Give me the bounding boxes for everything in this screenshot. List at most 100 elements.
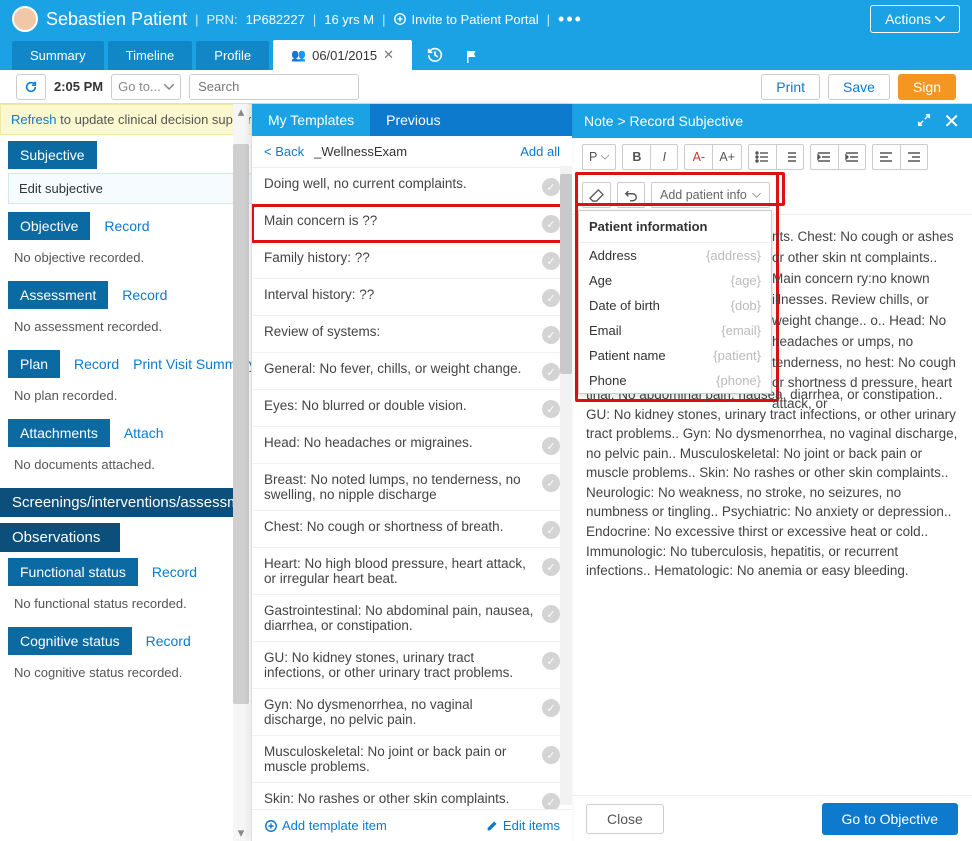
template-item[interactable]: Family history: ??✓: [252, 242, 572, 279]
assessment-title: Assessment: [8, 281, 108, 309]
patient-info-item[interactable]: Phone{phone}: [579, 368, 771, 393]
check-icon[interactable]: ✓: [542, 363, 560, 381]
tab-visit-active[interactable]: 👥 06/01/2015 ✕: [273, 40, 412, 70]
bullet-list-button[interactable]: [748, 144, 776, 170]
actions-menu[interactable]: Actions: [870, 5, 960, 33]
objective-record-link[interactable]: Record: [104, 218, 149, 234]
check-icon[interactable]: ✓: [542, 215, 560, 233]
check-icon[interactable]: ✓: [542, 605, 560, 623]
templates-tab-previous[interactable]: Previous: [370, 104, 456, 136]
functional-record-link[interactable]: Record: [152, 564, 197, 580]
indent-button[interactable]: [838, 144, 866, 170]
go-to-objective-button[interactable]: Go to Objective: [822, 803, 959, 835]
template-scrollbar-thumb[interactable]: [560, 174, 572, 374]
template-item[interactable]: Heart: No high blood pressure, heart att…: [252, 548, 572, 595]
tab-timeline[interactable]: Timeline: [108, 41, 193, 70]
close-icon[interactable]: ✕: [383, 47, 394, 63]
close-icon[interactable]: ✕: [943, 109, 960, 134]
template-item-text: Interval history: ??: [264, 287, 534, 302]
edit-items-link[interactable]: Edit items: [486, 818, 560, 833]
attach-link[interactable]: Attach: [124, 425, 164, 441]
template-item-text: Skin: No rashes or other skin complaints…: [264, 791, 534, 806]
refresh-link[interactable]: Refresh: [11, 112, 57, 127]
check-icon[interactable]: ✓: [542, 558, 560, 576]
avatar[interactable]: [12, 6, 38, 32]
observations-title: Observations: [0, 523, 120, 552]
template-item[interactable]: Eyes: No blurred or double vision.✓: [252, 390, 572, 427]
add-patient-info-button[interactable]: Add patient info: [651, 182, 770, 208]
bold-button[interactable]: B: [622, 144, 650, 170]
tab-profile[interactable]: Profile: [196, 41, 269, 70]
template-item[interactable]: Chest: No cough or shortness of breath. ✓: [252, 511, 572, 548]
template-item[interactable]: Musculoskeletal: No joint or back pain o…: [252, 736, 572, 783]
check-icon[interactable]: ✓: [542, 699, 560, 717]
templates-tab-my[interactable]: My Templates: [252, 104, 370, 136]
patient-info-item[interactable]: Email{email}: [579, 318, 771, 343]
sign-button[interactable]: Sign: [898, 74, 956, 100]
note-toolbar: P B I A- A+: [572, 138, 972, 215]
template-item[interactable]: Gyn: No dysmenorrhea, no vaginal dischar…: [252, 689, 572, 736]
number-list-button[interactable]: [776, 144, 804, 170]
paragraph-style-select[interactable]: P: [582, 144, 616, 170]
template-item[interactable]: Skin: No rashes or other skin complaints…: [252, 783, 572, 809]
template-item[interactable]: Review of systems:✓: [252, 316, 572, 353]
italic-button[interactable]: I: [650, 144, 678, 170]
check-icon[interactable]: ✓: [542, 793, 560, 809]
template-item[interactable]: GU: No kidney stones, urinary tract infe…: [252, 642, 572, 689]
pencil-icon: [486, 819, 499, 832]
check-icon[interactable]: ✓: [542, 474, 560, 492]
cognitive-record-link[interactable]: Record: [146, 633, 191, 649]
align-left-button[interactable]: [872, 144, 900, 170]
check-icon[interactable]: ✓: [542, 400, 560, 418]
scroll-down-icon[interactable]: ▾: [233, 825, 249, 841]
outdent-button[interactable]: [810, 144, 838, 170]
check-icon[interactable]: ✓: [542, 178, 560, 196]
tab-summary[interactable]: Summary: [12, 41, 104, 70]
undo-button[interactable]: [617, 182, 645, 208]
more-menu[interactable]: •••: [558, 9, 583, 30]
eraser-button[interactable]: [582, 182, 611, 208]
invite-portal-link[interactable]: Invite to Patient Portal: [393, 12, 538, 27]
template-item[interactable]: Head: No headaches or migraines.✓: [252, 427, 572, 464]
close-button[interactable]: Close: [586, 804, 664, 834]
flag-icon[interactable]: [454, 48, 490, 70]
scroll-up-icon[interactable]: ▴: [233, 104, 249, 120]
template-item-text: Chest: No cough or shortness of breath.: [264, 519, 534, 534]
template-item[interactable]: General: No fever, chills, or weight cha…: [252, 353, 572, 390]
note-panel: Note > Record Subjective ✕ P B I A- A+: [572, 104, 972, 841]
font-larger-button[interactable]: A+: [712, 144, 742, 170]
templates-back-button[interactable]: < Back: [264, 144, 304, 159]
history-icon[interactable]: [416, 46, 454, 70]
patient-info-item[interactable]: Address{address}: [579, 243, 771, 268]
template-item[interactable]: Breast: No noted lumps, no tenderness, n…: [252, 464, 572, 511]
check-icon[interactable]: ✓: [542, 746, 560, 764]
add-template-item-link[interactable]: Add template item: [264, 818, 387, 833]
patient-info-item[interactable]: Patient name{patient}: [579, 343, 771, 368]
check-icon[interactable]: ✓: [542, 652, 560, 670]
expand-icon[interactable]: [917, 113, 931, 130]
patient-info-item[interactable]: Date of birth{dob}: [579, 293, 771, 318]
scroll-thumb[interactable]: [233, 144, 249, 704]
check-icon[interactable]: ✓: [542, 437, 560, 455]
refresh-button[interactable]: [16, 74, 46, 100]
template-item[interactable]: Main concern is ??✓: [252, 205, 572, 242]
check-icon[interactable]: ✓: [542, 326, 560, 344]
plan-record-link[interactable]: Record: [74, 356, 119, 372]
check-icon[interactable]: ✓: [542, 289, 560, 307]
goto-select[interactable]: Go to...: [111, 74, 181, 100]
font-smaller-button[interactable]: A-: [684, 144, 712, 170]
template-list[interactable]: Doing well, no current complaints.✓Main …: [252, 167, 572, 809]
template-item[interactable]: Gastrointestinal: No abdominal pain, nau…: [252, 595, 572, 642]
left-scrollbar[interactable]: ▴ ▾: [233, 104, 249, 841]
save-button[interactable]: Save: [828, 74, 890, 100]
check-icon[interactable]: ✓: [542, 521, 560, 539]
print-button[interactable]: Print: [761, 74, 820, 100]
assessment-record-link[interactable]: Record: [122, 287, 167, 303]
search-input[interactable]: [190, 75, 359, 99]
patient-info-item[interactable]: Age{age}: [579, 268, 771, 293]
align-right-button[interactable]: [900, 144, 928, 170]
template-item[interactable]: Doing well, no current complaints.✓: [252, 168, 572, 205]
template-item[interactable]: Interval history: ?? ✓: [252, 279, 572, 316]
check-icon[interactable]: ✓: [542, 252, 560, 270]
add-all-link[interactable]: Add all: [520, 144, 560, 159]
